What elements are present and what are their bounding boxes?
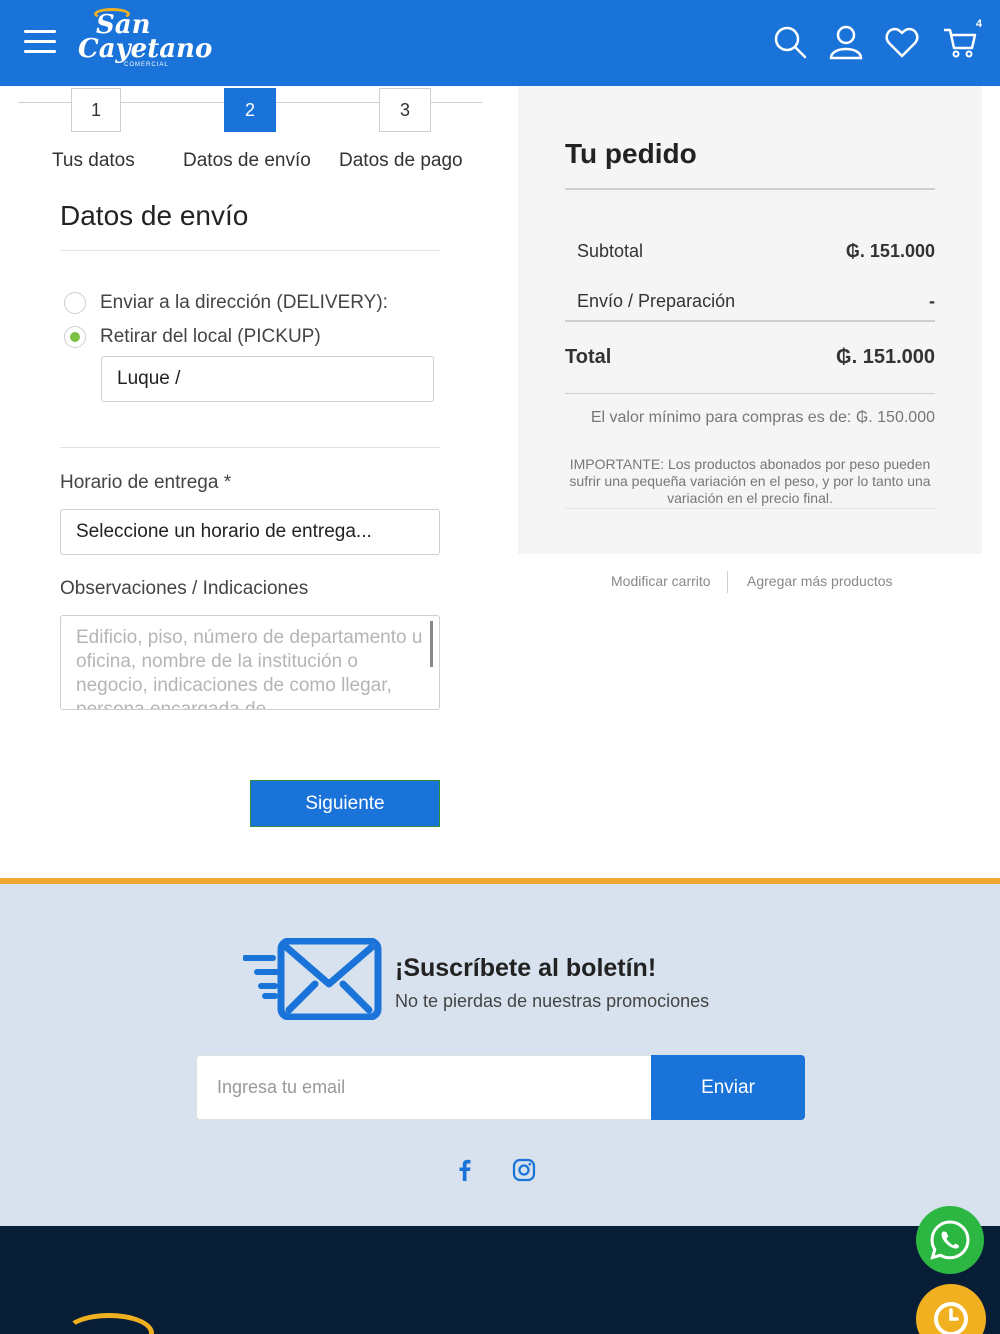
- whatsapp-icon[interactable]: [916, 1206, 984, 1274]
- newsletter-send-button[interactable]: Enviar: [651, 1055, 805, 1120]
- divider: [60, 447, 440, 448]
- divider: [565, 320, 935, 322]
- footer: [0, 1226, 1000, 1334]
- instagram-icon[interactable]: [511, 1157, 537, 1183]
- order-title: Tu pedido: [565, 138, 697, 169]
- facebook-icon[interactable]: [452, 1157, 478, 1183]
- notes-label: Observaciones / Indicaciones: [60, 578, 309, 599]
- subtotal-value: ₲. 151.000: [845, 241, 935, 261]
- cart-count-badge: 4: [975, 18, 982, 30]
- step-2-label: Datos de envío: [183, 150, 311, 171]
- textarea-scrollbar[interactable]: [430, 621, 433, 667]
- divider: [60, 250, 440, 251]
- total-row: Total ₲. 151.000: [565, 346, 935, 369]
- schedule-select[interactable]: Seleccione un horario de entrega...: [60, 509, 440, 555]
- schedule-label: Horario de entrega *: [60, 472, 232, 493]
- menu-icon[interactable]: [24, 30, 56, 54]
- next-button[interactable]: Siguiente: [250, 780, 440, 827]
- divider: [565, 393, 935, 394]
- step-3[interactable]: 3: [379, 88, 431, 132]
- important-note: IMPORTANTE: Los productos abonados por p…: [569, 456, 931, 506]
- divider: [565, 188, 935, 190]
- logo-text-line2: Cayetano: [78, 34, 213, 64]
- modify-cart-link[interactable]: Modificar carrito: [611, 573, 711, 589]
- pickup-location-select[interactable]: Luque /: [101, 356, 434, 402]
- shipping-label: Envío / Preparación: [577, 291, 736, 311]
- add-products-link[interactable]: Agregar más productos: [747, 573, 893, 589]
- divider: [565, 508, 935, 509]
- newsletter-subtitle: No te pierdas de nuestras promociones: [395, 991, 710, 1011]
- logo[interactable]: San Cayetano COMERCIAL: [78, 8, 212, 74]
- user-icon[interactable]: [828, 24, 868, 64]
- subtotal-label: Subtotal: [577, 241, 644, 261]
- mail-icon: [242, 937, 383, 1021]
- radio-circle[interactable]: [64, 292, 86, 314]
- heart-icon[interactable]: [884, 24, 924, 64]
- logo-subtext: COMERCIAL: [124, 62, 169, 68]
- search-icon[interactable]: [772, 24, 812, 64]
- step-3-label: Datos de pago: [339, 150, 463, 171]
- radio-delivery[interactable]: Enviar a la dirección (DELIVERY):: [64, 292, 388, 314]
- radio-delivery-label: Enviar a la dirección (DELIVERY):: [100, 292, 388, 313]
- newsletter-email-input[interactable]: Ingresa tu email: [196, 1055, 652, 1120]
- shipping-value: -: [929, 291, 935, 311]
- newsletter-title: ¡Suscríbete al boletín!: [395, 954, 657, 982]
- link-separator: [727, 571, 728, 593]
- radio-pickup-label: Retirar del local (PICKUP): [100, 326, 321, 347]
- step-2[interactable]: 2: [224, 88, 276, 132]
- step-1-label: Tus datos: [52, 150, 135, 171]
- section-title: Datos de envío: [60, 200, 249, 231]
- checkout-steps: 1 2 3 Tus datos Datos de envío Datos de …: [18, 86, 482, 176]
- newsletter-section: [0, 878, 1000, 1226]
- shipping-row: Envío / Preparación -: [577, 291, 935, 312]
- step-1[interactable]: 1: [71, 88, 121, 132]
- radio-pickup[interactable]: Retirar del local (PICKUP): [64, 326, 321, 348]
- top-header: San Cayetano COMERCIAL 4: [0, 0, 1000, 86]
- total-label: Total: [565, 346, 612, 368]
- subtotal-row: Subtotal ₲. 151.000: [577, 241, 935, 262]
- radio-circle-checked[interactable]: [64, 326, 86, 348]
- notes-textarea[interactable]: Edificio, piso, número de departamento u…: [60, 615, 440, 710]
- cart-icon[interactable]: 4: [942, 18, 982, 64]
- total-value: ₲. 151.000: [836, 346, 935, 368]
- min-purchase-note: El valor mínimo para compras es de: ₲. 1…: [590, 409, 935, 426]
